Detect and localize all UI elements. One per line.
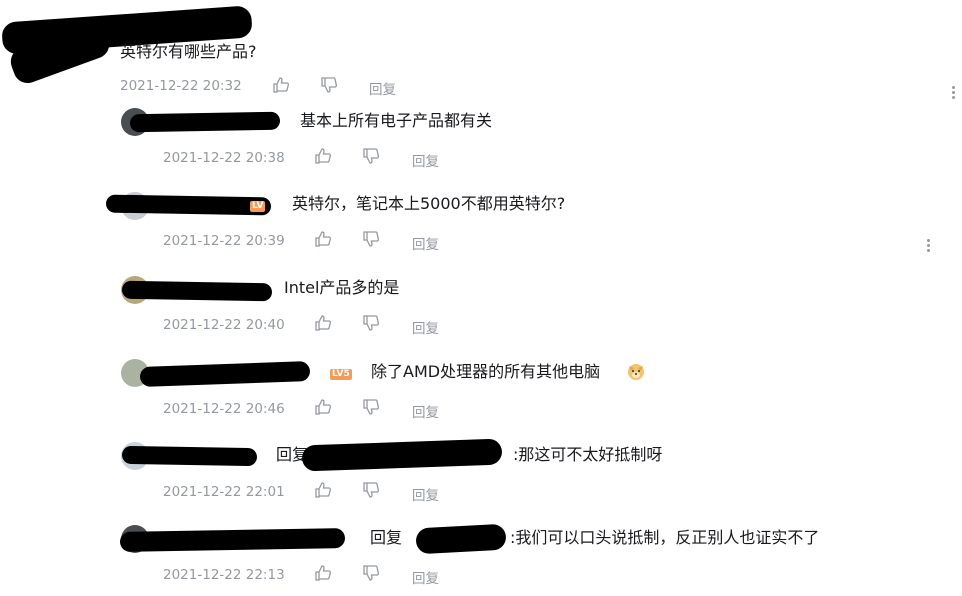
redaction-username	[105, 194, 272, 216]
thumbs-down-icon[interactable]	[362, 147, 380, 165]
thumbs-down-icon[interactable]	[320, 76, 338, 94]
level-badge: LV5	[330, 369, 352, 380]
thumbs-down-icon[interactable]	[362, 314, 380, 332]
thumbs-down-icon[interactable]	[362, 481, 380, 499]
reply-time: 2021-12-22 22:13	[163, 567, 285, 583]
thumbs-up-icon[interactable]	[314, 398, 332, 416]
redaction-mention	[415, 523, 507, 555]
reply-button[interactable]: 回复	[412, 401, 439, 421]
thumbs-up-icon[interactable]	[314, 564, 332, 582]
redaction-username	[121, 445, 258, 467]
reply-time: 2021-12-22 20:40	[163, 317, 285, 333]
thumbs-up-icon[interactable]	[272, 76, 290, 94]
doge-emoji-icon	[628, 364, 644, 380]
level-badge: LV	[250, 201, 266, 212]
reply-text: :那这可不太好抵制呀	[513, 445, 663, 464]
main-comment-text: 英特尔有哪些产品?	[120, 42, 257, 61]
thumbs-up-icon[interactable]	[314, 481, 332, 499]
reply-text: :我们可以口头说抵制，反正别人也证实不了	[510, 528, 820, 547]
more-vertical-icon[interactable]	[924, 237, 932, 257]
reply-time: 2021-12-22 22:01	[163, 484, 285, 500]
reply-time: 2021-12-22 20:38	[163, 150, 285, 166]
redaction-username	[129, 111, 281, 133]
reply-time: 2021-12-22 20:39	[163, 233, 285, 249]
thumbs-up-icon[interactable]	[314, 230, 332, 248]
redaction-username	[139, 361, 311, 387]
thumbs-up-icon[interactable]	[314, 314, 332, 332]
redaction-mention	[301, 438, 503, 472]
reply-button[interactable]: 回复	[412, 484, 439, 504]
redaction-username	[121, 280, 273, 302]
reply-button[interactable]: 回复	[412, 150, 439, 170]
main-comment-time: 2021-12-22 20:32	[120, 78, 242, 94]
reply-button[interactable]: 回复	[369, 78, 396, 98]
more-vertical-icon[interactable]	[949, 84, 957, 104]
reply-button[interactable]: 回复	[412, 317, 439, 337]
thumbs-down-icon[interactable]	[362, 230, 380, 248]
reply-text: Intel产品多的是	[284, 278, 400, 297]
reply-to-label: 回复	[370, 528, 403, 547]
thumbs-down-icon[interactable]	[362, 564, 380, 582]
redaction-username	[119, 528, 346, 552]
reply-text: 基本上所有电子产品都有关	[300, 111, 493, 130]
thumbs-down-icon[interactable]	[362, 398, 380, 416]
reply-text: 英特尔，笔记本上5000不都用英特尔?	[292, 194, 566, 213]
reply-button[interactable]: 回复	[412, 233, 439, 253]
reply-button[interactable]: 回复	[412, 567, 439, 587]
reply-time: 2021-12-22 20:46	[163, 401, 285, 417]
thumbs-up-icon[interactable]	[314, 147, 332, 165]
reply-text: 除了AMD处理器的所有其他电脑	[371, 362, 601, 381]
